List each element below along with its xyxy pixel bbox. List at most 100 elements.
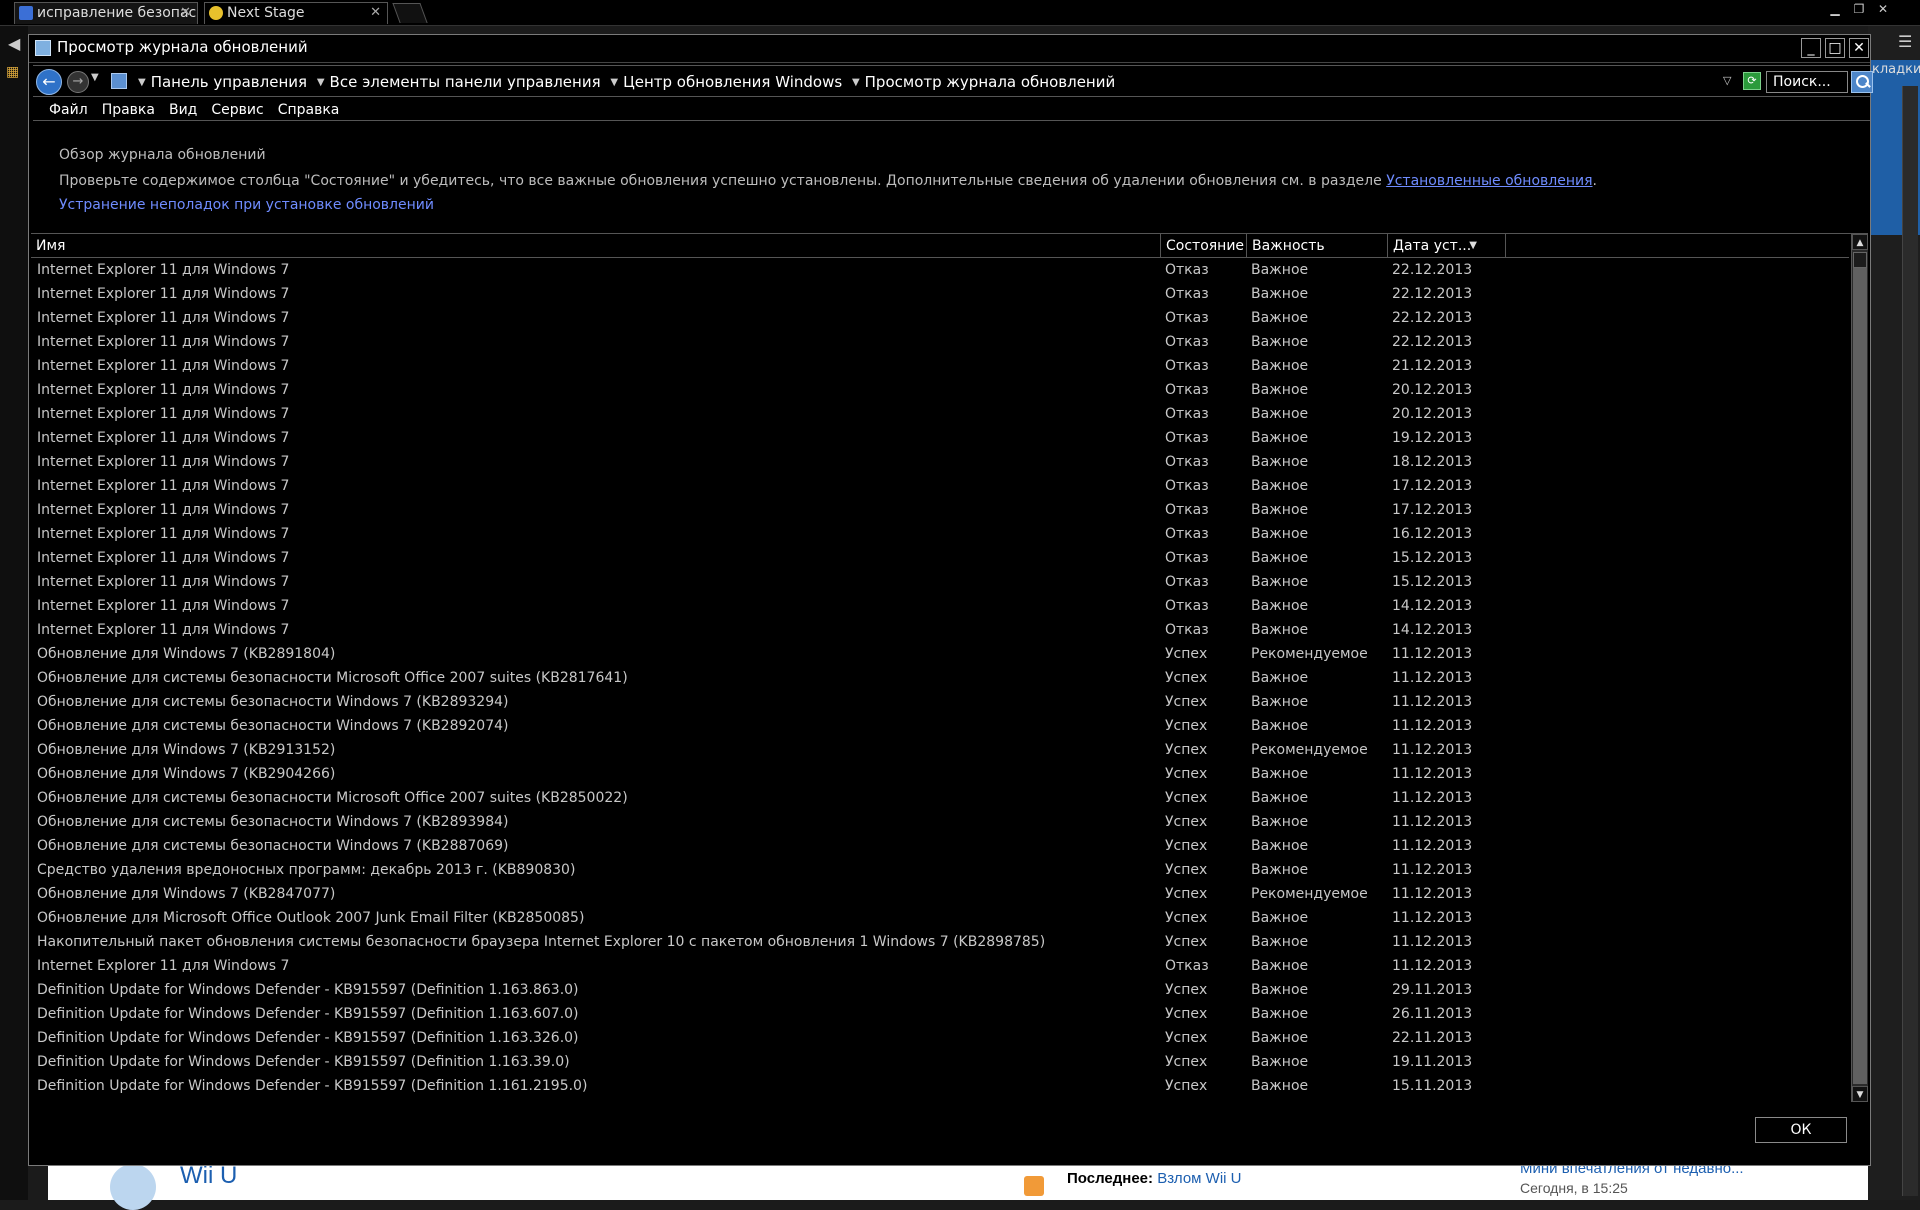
cell-date: 19.12.2013 [1392, 430, 1473, 446]
last-post-link[interactable]: Взлом Wii U [1157, 1170, 1241, 1187]
column-header-name[interactable]: Имя [31, 234, 1161, 258]
table-row[interactable]: Internet Explorer 11 для Windows 7 Отказ В… [31, 498, 1849, 522]
breadcrumb-update-history[interactable]: Просмотр журнала обновлений [865, 73, 1116, 91]
table-row[interactable]: Накопительный пакет обновления системы б… [31, 930, 1849, 954]
table-row[interactable]: Обновление для Windows 7 (KB2847077) Успе… [31, 882, 1849, 906]
table-row[interactable]: Обновление для системы безопасности Wind… [31, 834, 1849, 858]
browser-menu-icon[interactable]: ☰ [1898, 32, 1912, 51]
table-row[interactable]: Internet Explorer 11 для Windows 7 Отказ В… [31, 306, 1849, 330]
table-row[interactable]: Internet Explorer 11 для Windows 7 Отказ В… [31, 426, 1849, 450]
table-row[interactable]: Обновление для системы безопасности Wind… [31, 714, 1849, 738]
menu-file[interactable]: Файл [49, 102, 88, 118]
scroll-down-icon[interactable]: ▼ [1852, 1086, 1868, 1102]
breadcrumb-all-items[interactable]: Все элементы панели управления [330, 73, 601, 91]
table-row[interactable]: Internet Explorer 11 для Windows 7 Отказ В… [31, 258, 1849, 282]
scroll-track[interactable] [1853, 268, 1867, 1084]
forward-button[interactable]: → [67, 71, 89, 93]
title-bar[interactable]: Просмотр журнала обновлений _ □ ✕ [29, 35, 1870, 63]
breadcrumb-control-panel[interactable]: Панель управления [151, 73, 307, 91]
table-row[interactable]: Definition Update for Windows Defender -… [31, 1026, 1849, 1050]
history-dropdown-icon[interactable]: ▼ [91, 72, 99, 83]
cell-name: Definition Update for Windows Defender -… [37, 1006, 579, 1022]
table-row[interactable]: Internet Explorer 11 для Windows 7 Отказ В… [31, 618, 1849, 642]
description-text: Проверьте содержимое столбца "Состояние"… [59, 173, 1387, 189]
cell-name: Internet Explorer 11 для Windows 7 [37, 430, 290, 446]
menu-edit[interactable]: Правка [102, 102, 155, 118]
menu-help[interactable]: Справка [278, 102, 340, 118]
table-row[interactable]: Обновление для системы безопасности Wind… [31, 810, 1849, 834]
cell-name: Обновление для системы безопасности Wind… [37, 694, 509, 710]
breadcrumb-windows-update[interactable]: Центр обновления Windows [623, 73, 842, 91]
new-tab-button[interactable] [392, 3, 428, 23]
page-scrollbar[interactable] [1902, 86, 1918, 1196]
close-button[interactable]: ✕ [1849, 38, 1869, 58]
refresh-button[interactable]: ⟳ [1743, 72, 1761, 90]
browser-back-icon[interactable]: ◀ [8, 34, 20, 53]
browser-restore-icon[interactable]: ❐ [1848, 2, 1870, 16]
troubleshoot-link[interactable]: Устранение неполадок при установке обнов… [59, 197, 434, 213]
rss-icon[interactable] [1024, 1176, 1044, 1196]
table-row[interactable]: Обновление для системы безопасности Micr… [31, 666, 1849, 690]
search-icon[interactable] [1851, 71, 1873, 93]
table-row[interactable]: Обновление для системы безопасности Wind… [31, 690, 1849, 714]
column-header-status[interactable]: Состояние [1161, 234, 1247, 258]
table-row[interactable]: Internet Explorer 11 для Windows 7 Отказ В… [31, 354, 1849, 378]
chevron-down-icon[interactable]: ▼ [317, 77, 325, 88]
bookmarks-label[interactable]: кладки [1872, 62, 1920, 77]
chevron-down-icon[interactable]: ▼ [138, 77, 146, 88]
address-dropdown-icon[interactable]: ▽ [1723, 74, 1731, 87]
close-tab-icon[interactable]: ✕ [180, 3, 191, 23]
browser-minimize-icon[interactable]: ▁ [1824, 2, 1846, 16]
table-row[interactable]: Internet Explorer 11 для Windows 7 Отказ В… [31, 954, 1849, 978]
table-row[interactable]: Definition Update for Windows Defender -… [31, 1074, 1849, 1098]
wii-title[interactable]: Wii U [180, 1162, 237, 1190]
close-tab-icon[interactable]: ✕ [370, 3, 381, 23]
menu-tools[interactable]: Сервис [211, 102, 263, 118]
back-button[interactable]: ← [36, 69, 62, 95]
menu-view[interactable]: Вид [169, 102, 197, 118]
cell-status: Отказ [1165, 406, 1209, 422]
table-row[interactable]: Обновление для Microsoft Office Outlook … [31, 906, 1849, 930]
cell-importance: Важное [1251, 598, 1309, 614]
table-row[interactable]: Definition Update for Windows Defender -… [31, 1050, 1849, 1074]
overview-title: Обзор журнала обновлений [59, 147, 266, 163]
table-row[interactable]: Обновление для Windows 7 (KB2913152) Успе… [31, 738, 1849, 762]
scroll-up-icon[interactable]: ▲ [1852, 234, 1868, 250]
table-row[interactable]: Internet Explorer 11 для Windows 7 Отказ В… [31, 450, 1849, 474]
table-row[interactable]: Internet Explorer 11 для Windows 7 Отказ В… [31, 474, 1849, 498]
minimize-button[interactable]: _ [1801, 38, 1821, 58]
browser-tab-2[interactable]: Next Stage ✕ [204, 2, 388, 24]
table-row[interactable]: Definition Update for Windows Defender -… [31, 1002, 1849, 1026]
column-header-date[interactable]: Дата уст... [1388, 234, 1506, 258]
chevron-down-icon[interactable]: ▼ [610, 77, 618, 88]
table-row[interactable]: Internet Explorer 11 для Windows 7 Отказ В… [31, 594, 1849, 618]
column-header-importance[interactable]: Важность [1247, 234, 1388, 258]
chevron-down-icon[interactable]: ▼ [852, 77, 860, 88]
table-row[interactable]: Обновление для Windows 7 (KB2904266) Успе… [31, 762, 1849, 786]
browser-close-icon[interactable]: ✕ [1872, 2, 1894, 16]
table-row[interactable]: Средство удаления вредоносных программ: … [31, 858, 1849, 882]
table-row[interactable]: Internet Explorer 11 для Windows 7 Отказ В… [31, 522, 1849, 546]
installed-updates-link[interactable]: Установленные обновления [1386, 173, 1592, 189]
cell-name: Internet Explorer 11 для Windows 7 [37, 310, 290, 326]
ok-button[interactable]: ОК [1755, 1117, 1847, 1143]
table-row[interactable]: Definition Update for Windows Defender -… [31, 978, 1849, 1002]
list-scrollbar[interactable]: ▲ ▼ [1851, 234, 1868, 1102]
cell-importance: Важное [1251, 910, 1309, 926]
cell-importance: Важное [1251, 262, 1309, 278]
search-input[interactable] [1766, 71, 1848, 93]
table-row[interactable]: Internet Explorer 11 для Windows 7 Отказ В… [31, 402, 1849, 426]
cell-name: Internet Explorer 11 для Windows 7 [37, 262, 290, 278]
apps-grid-icon[interactable]: ▦ [6, 64, 19, 80]
browser-tab-1[interactable]: исправление безопасн ✕ [14, 2, 198, 24]
table-row[interactable]: Internet Explorer 11 для Windows 7 Отказ В… [31, 282, 1849, 306]
cell-status: Отказ [1165, 502, 1209, 518]
table-row[interactable]: Internet Explorer 11 для Windows 7 Отказ В… [31, 378, 1849, 402]
table-row[interactable]: Internet Explorer 11 для Windows 7 Отказ В… [31, 570, 1849, 594]
table-row[interactable]: Internet Explorer 11 для Windows 7 Отказ В… [31, 546, 1849, 570]
table-row[interactable]: Обновление для Windows 7 (KB2891804) Успе… [31, 642, 1849, 666]
scroll-thumb[interactable] [1853, 252, 1867, 268]
table-row[interactable]: Обновление для системы безопасности Micr… [31, 786, 1849, 810]
table-row[interactable]: Internet Explorer 11 для Windows 7 Отказ В… [31, 330, 1849, 354]
maximize-button[interactable]: □ [1825, 38, 1845, 58]
